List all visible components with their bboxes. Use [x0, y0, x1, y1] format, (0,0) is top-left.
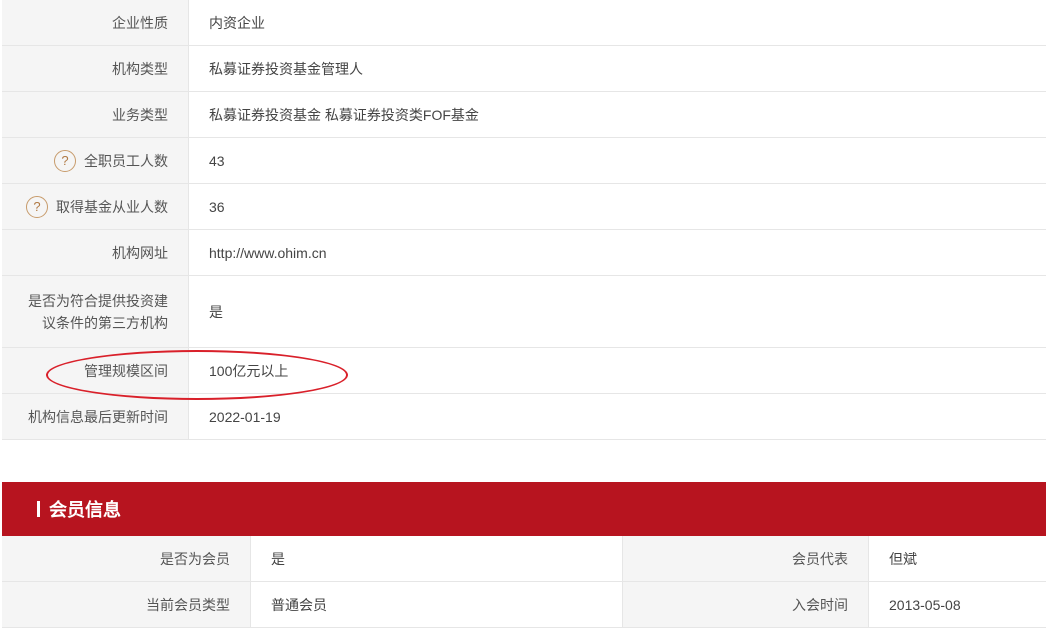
table-row: ? 全职员工人数 43: [2, 138, 1046, 184]
field-value: 内资企业: [188, 0, 1046, 45]
member-info-table: 是否为会员 是 会员代表 但斌 当前会员类型 普通会员 入会时间 2013-05…: [2, 536, 1046, 628]
field-value: 私募证券投资基金管理人: [188, 46, 1046, 91]
field-label: 是否为符合提供投资建 议条件的第三方机构: [2, 276, 188, 347]
website-link[interactable]: http://www.ohim.cn: [188, 230, 1046, 275]
field-label: 机构信息最后更新时间: [2, 394, 188, 439]
field-value: 但斌: [868, 536, 1046, 581]
field-value: 是: [188, 276, 1046, 347]
field-label: 是否为会员: [2, 536, 250, 581]
field-label: 机构类型: [2, 46, 188, 91]
field-value: 36: [188, 184, 1046, 229]
table-row: 机构类型 私募证券投资基金管理人: [2, 46, 1046, 92]
table-row: 机构网址 http://www.ohim.cn: [2, 230, 1046, 276]
member-section-header: 会员信息: [2, 482, 1046, 536]
field-label: 企业性质: [2, 0, 188, 45]
help-question-icon[interactable]: ?: [54, 149, 76, 172]
org-info-table: 企业性质 内资企业 机构类型 私募证券投资基金管理人 业务类型 私募证券投资基金…: [2, 0, 1046, 440]
field-label: 管理规模区间: [2, 348, 188, 393]
help-question-icon[interactable]: ?: [26, 195, 48, 218]
table-row: 当前会员类型 普通会员 入会时间 2013-05-08: [2, 582, 1046, 628]
field-label: ? 取得基金从业人数: [2, 184, 188, 229]
field-label: 当前会员类型: [2, 582, 250, 627]
section-title: 会员信息: [49, 500, 121, 520]
field-label: 机构网址: [2, 230, 188, 275]
table-row: 机构信息最后更新时间 2022-01-19: [2, 394, 1046, 440]
field-value: 43: [188, 138, 1046, 183]
field-value: 100亿元以上: [188, 348, 1046, 393]
table-row: 管理规模区间 100亿元以上: [2, 348, 1046, 394]
field-label: ? 全职员工人数: [2, 138, 188, 183]
header-accent-bar: [37, 501, 40, 517]
field-value: 2022-01-19: [188, 394, 1046, 439]
field-value: 私募证券投资基金 私募证券投资类FOF基金: [188, 92, 1046, 137]
table-row: 企业性质 内资企业: [2, 0, 1046, 46]
field-label: 会员代表: [622, 536, 868, 581]
table-row: 是否为符合提供投资建 议条件的第三方机构 是: [2, 276, 1046, 348]
table-row: 是否为会员 是 会员代表 但斌: [2, 536, 1046, 582]
field-label: 入会时间: [622, 582, 868, 627]
table-row: 业务类型 私募证券投资基金 私募证券投资类FOF基金: [2, 92, 1046, 138]
field-label: 业务类型: [2, 92, 188, 137]
field-value: 普通会员: [250, 582, 622, 627]
field-value: 是: [250, 536, 622, 581]
table-row: ? 取得基金从业人数 36: [2, 184, 1046, 230]
field-value: 2013-05-08: [868, 582, 1046, 627]
